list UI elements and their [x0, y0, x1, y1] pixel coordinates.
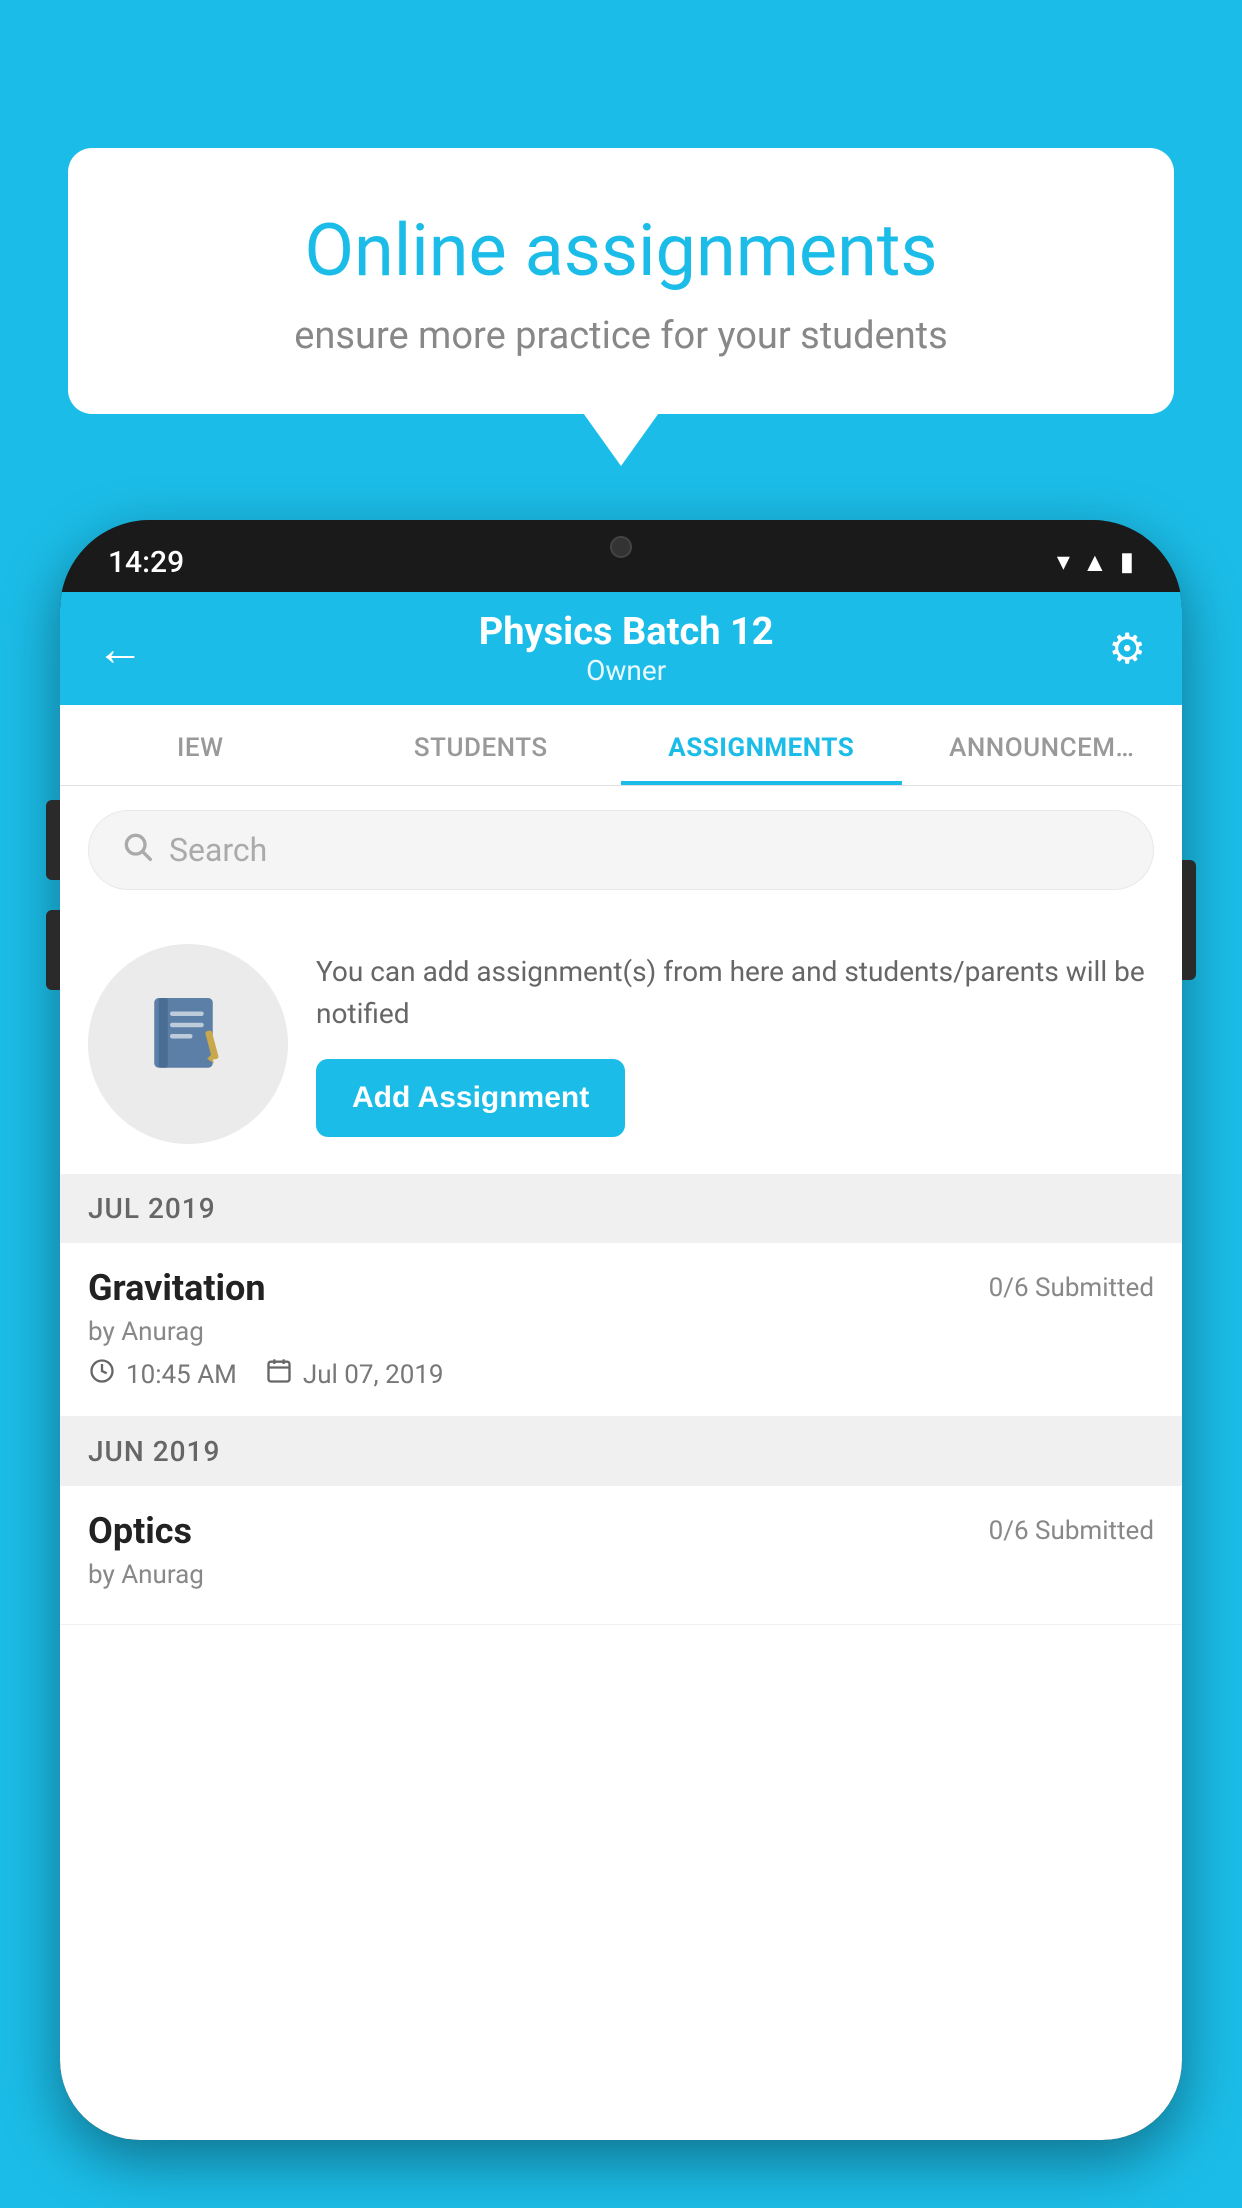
month-header-jun: JUN 2019	[60, 1417, 1182, 1486]
assignment-submitted-gravitation: 0/6 Submitted	[989, 1273, 1154, 1303]
assignment-top-row: Gravitation 0/6 Submitted	[88, 1267, 1154, 1309]
notebook-icon	[143, 989, 233, 1099]
status-bar: 14:29 ▾ ▲ ▮	[60, 520, 1182, 592]
month-label-jun: JUN 2019	[88, 1435, 220, 1468]
assignment-meta-gravitation: 10:45 AM Jul 07, 201	[88, 1357, 1154, 1392]
phone-container: 14:29 ▾ ▲ ▮ ← Physics Batch 12 Owner ⚙	[60, 520, 1182, 2208]
tab-assignments[interactable]: ASSIGNMENTS	[621, 705, 902, 785]
settings-button[interactable]: ⚙	[1108, 624, 1146, 674]
batch-title: Physics Batch 12	[144, 610, 1108, 654]
search-bar[interactable]: Search	[88, 810, 1154, 890]
add-assignment-button[interactable]: Add Assignment	[316, 1059, 625, 1137]
phone-frame: 14:29 ▾ ▲ ▮ ← Physics Batch 12 Owner ⚙	[60, 520, 1182, 2140]
status-time: 14:29	[108, 545, 184, 580]
back-button[interactable]: ←	[96, 620, 144, 677]
power-button	[1182, 860, 1196, 980]
info-section: You can add assignment(s) from here and …	[60, 914, 1182, 1174]
assignment-by-optics: by Anurag	[88, 1560, 1154, 1590]
assignment-name-gravitation: Gravitation	[88, 1267, 266, 1309]
time-value-gravitation: 10:45 AM	[126, 1360, 237, 1390]
signal-icon: ▲	[1082, 547, 1108, 578]
wifi-icon: ▾	[1057, 547, 1070, 577]
speech-bubble-container: Online assignments ensure more practice …	[68, 148, 1174, 414]
status-icons: ▾ ▲ ▮	[1057, 547, 1134, 578]
speech-bubble: Online assignments ensure more practice …	[68, 148, 1174, 414]
volume-down-button	[46, 910, 60, 990]
phone-notch	[531, 520, 711, 574]
assignment-date-gravitation: Jul 07, 2019	[265, 1357, 444, 1392]
clock-icon	[88, 1357, 116, 1392]
assignment-by-gravitation: by Anurag	[88, 1317, 1154, 1347]
assignment-time-gravitation: 10:45 AM	[88, 1357, 237, 1392]
tab-students[interactable]: STUDENTS	[341, 705, 622, 785]
tab-announcements[interactable]: ANNOUNCEM…	[902, 705, 1183, 785]
tab-overview[interactable]: IEW	[60, 705, 341, 785]
month-header-jul: JUL 2019	[60, 1174, 1182, 1243]
assignment-icon-circle	[88, 944, 288, 1144]
info-text-area: You can add assignment(s) from here and …	[316, 951, 1154, 1137]
assignment-item-gravitation[interactable]: Gravitation 0/6 Submitted by Anurag	[60, 1243, 1182, 1417]
search-icon	[121, 829, 153, 871]
batch-subtitle: Owner	[144, 654, 1108, 687]
tabs-container: IEW STUDENTS ASSIGNMENTS ANNOUNCEM…	[60, 705, 1182, 786]
info-description: You can add assignment(s) from here and …	[316, 951, 1154, 1035]
speech-bubble-title: Online assignments	[124, 208, 1118, 294]
camera-dot	[610, 536, 632, 558]
search-placeholder: Search	[169, 831, 267, 869]
assignment-submitted-optics: 0/6 Submitted	[989, 1516, 1154, 1546]
assignment-name-optics: Optics	[88, 1510, 192, 1552]
battery-icon: ▮	[1120, 547, 1134, 577]
phone-inner: 14:29 ▾ ▲ ▮ ← Physics Batch 12 Owner ⚙	[60, 520, 1182, 2140]
date-value-gravitation: Jul 07, 2019	[303, 1360, 444, 1390]
speech-bubble-subtitle: ensure more practice for your students	[124, 314, 1118, 358]
header-title-area: Physics Batch 12 Owner	[144, 610, 1108, 687]
phone-content: Search	[60, 786, 1182, 2140]
assignment-top-row-optics: Optics 0/6 Submitted	[88, 1510, 1154, 1552]
calendar-icon	[265, 1357, 293, 1392]
assignment-item-optics[interactable]: Optics 0/6 Submitted by Anurag	[60, 1486, 1182, 1625]
volume-up-button	[46, 800, 60, 880]
month-label-jul: JUL 2019	[88, 1192, 216, 1225]
app-header: ← Physics Batch 12 Owner ⚙	[60, 592, 1182, 705]
